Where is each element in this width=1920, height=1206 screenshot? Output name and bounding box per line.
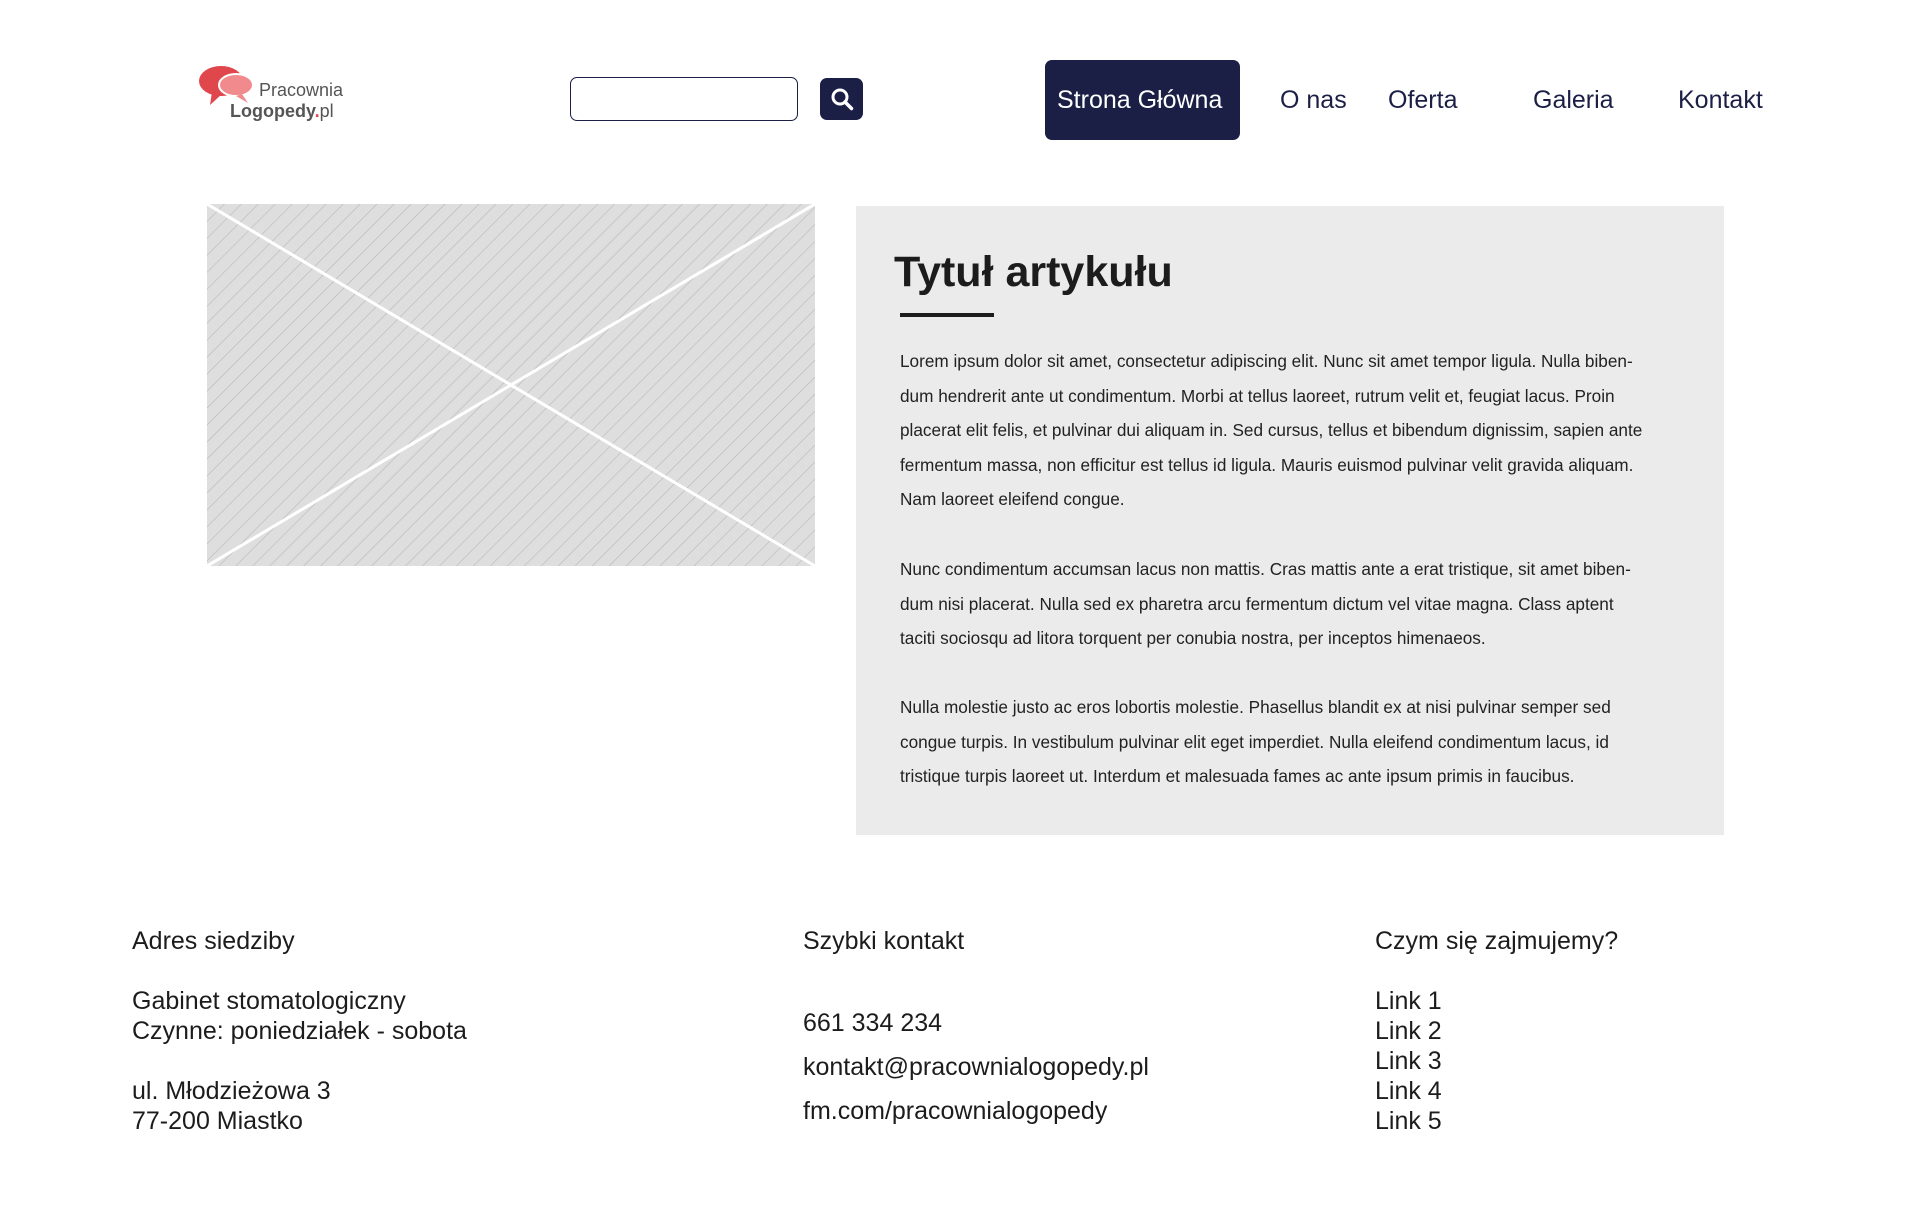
- article-paragraph-1: Lorem ipsum dolor sit amet, consectetur …: [900, 344, 1700, 517]
- footer-contact-phone[interactable]: 661 334 234: [803, 1001, 1149, 1045]
- footer-contact-email[interactable]: kontakt@pracownialogopedy.pl: [803, 1045, 1149, 1089]
- nav-item-oferta[interactable]: Oferta: [1388, 60, 1457, 140]
- site-logo[interactable]: Pracownia Logopedy.pl: [198, 58, 358, 128]
- nav-item-strona-glowna[interactable]: Strona Główna: [1045, 60, 1240, 140]
- footer-link-4[interactable]: Link 4: [1375, 1076, 1618, 1106]
- paragraph-line: Lorem ipsum dolor sit amet, consectetur …: [900, 351, 1633, 371]
- footer-address-street: ul. Młodzieżowa 3: [132, 1077, 331, 1105]
- paragraph-line: placerat elit felis, et pulvinar dui ali…: [900, 420, 1643, 440]
- footer-contact-social[interactable]: fm.com/pracownialogopedy: [803, 1089, 1149, 1133]
- footer-address-heading: Adres siedziby: [132, 927, 295, 955]
- article-paragraph-3: Nulla molestie justo ac eros lobortis mo…: [900, 690, 1700, 794]
- footer-link-3[interactable]: Link 3: [1375, 1046, 1618, 1076]
- article-image-placeholder: [207, 204, 815, 566]
- paragraph-line: Nunc condimentum accumsan lacus non matt…: [900, 559, 1631, 579]
- logo-text-logopedy: Logopedy.pl: [230, 101, 334, 121]
- paragraph-line: Nam laoreet eleifend congue.: [900, 489, 1125, 509]
- footer-link-2[interactable]: Link 2: [1375, 1016, 1618, 1046]
- paragraph-line: taciti sociosqu ad litora torquent per c…: [900, 628, 1486, 648]
- nav-item-o-nas[interactable]: O nas: [1280, 60, 1347, 140]
- footer-contact: Szybki kontakt 661 334 234 kontakt@praco…: [803, 926, 1149, 1133]
- footer-link-5[interactable]: Link 5: [1375, 1106, 1618, 1136]
- article-title: Tytuł artykułu: [894, 248, 1173, 296]
- search-button[interactable]: [820, 78, 863, 120]
- footer-links-heading: Czym się zajmujemy?: [1375, 927, 1619, 955]
- footer-address-name: Gabinet stomatologiczny: [132, 987, 406, 1015]
- search-input[interactable]: [570, 77, 798, 121]
- image-placeholder-icon: [207, 204, 815, 566]
- paragraph-line: dum hendrerit ante ut condimentum. Morbi…: [900, 385, 1615, 406]
- footer-links: Czym się zajmujemy? Link 1 Link 2 Link 3…: [1375, 926, 1618, 1136]
- paragraph-line: congue turpis. In vestibulum pulvinar el…: [900, 731, 1609, 752]
- nav-item-galeria[interactable]: Galeria: [1533, 60, 1614, 140]
- footer-address-hours: Czynne: poniedziałek - sobota: [132, 1017, 467, 1045]
- footer-address: Adres siedziby Gabinet stomatologiczny C…: [132, 926, 467, 1136]
- footer-address-city: 77-200 Miastko: [132, 1107, 303, 1135]
- footer-contact-heading: Szybki kontakt: [803, 927, 965, 955]
- paragraph-line: fermentum massa, non efficitur est tellu…: [900, 454, 1634, 475]
- title-underline: [900, 313, 994, 317]
- logo-text-pracownia: Pracownia: [259, 80, 344, 100]
- paragraph-line: dum nisi placerat. Nulla sed ex pharetra…: [900, 593, 1614, 614]
- footer-link-1[interactable]: Link 1: [1375, 986, 1618, 1016]
- paragraph-line: Nulla molestie justo ac eros lobortis mo…: [900, 697, 1611, 717]
- article-card: Tytuł artykułu Lorem ipsum dolor sit ame…: [856, 206, 1724, 835]
- paragraph-line: tristique turpis laoreet ut. Interdum et…: [900, 766, 1575, 786]
- nav-item-kontakt[interactable]: Kontakt: [1678, 60, 1763, 140]
- search-icon: [831, 88, 853, 111]
- article-paragraph-2: Nunc condimentum accumsan lacus non matt…: [900, 552, 1700, 656]
